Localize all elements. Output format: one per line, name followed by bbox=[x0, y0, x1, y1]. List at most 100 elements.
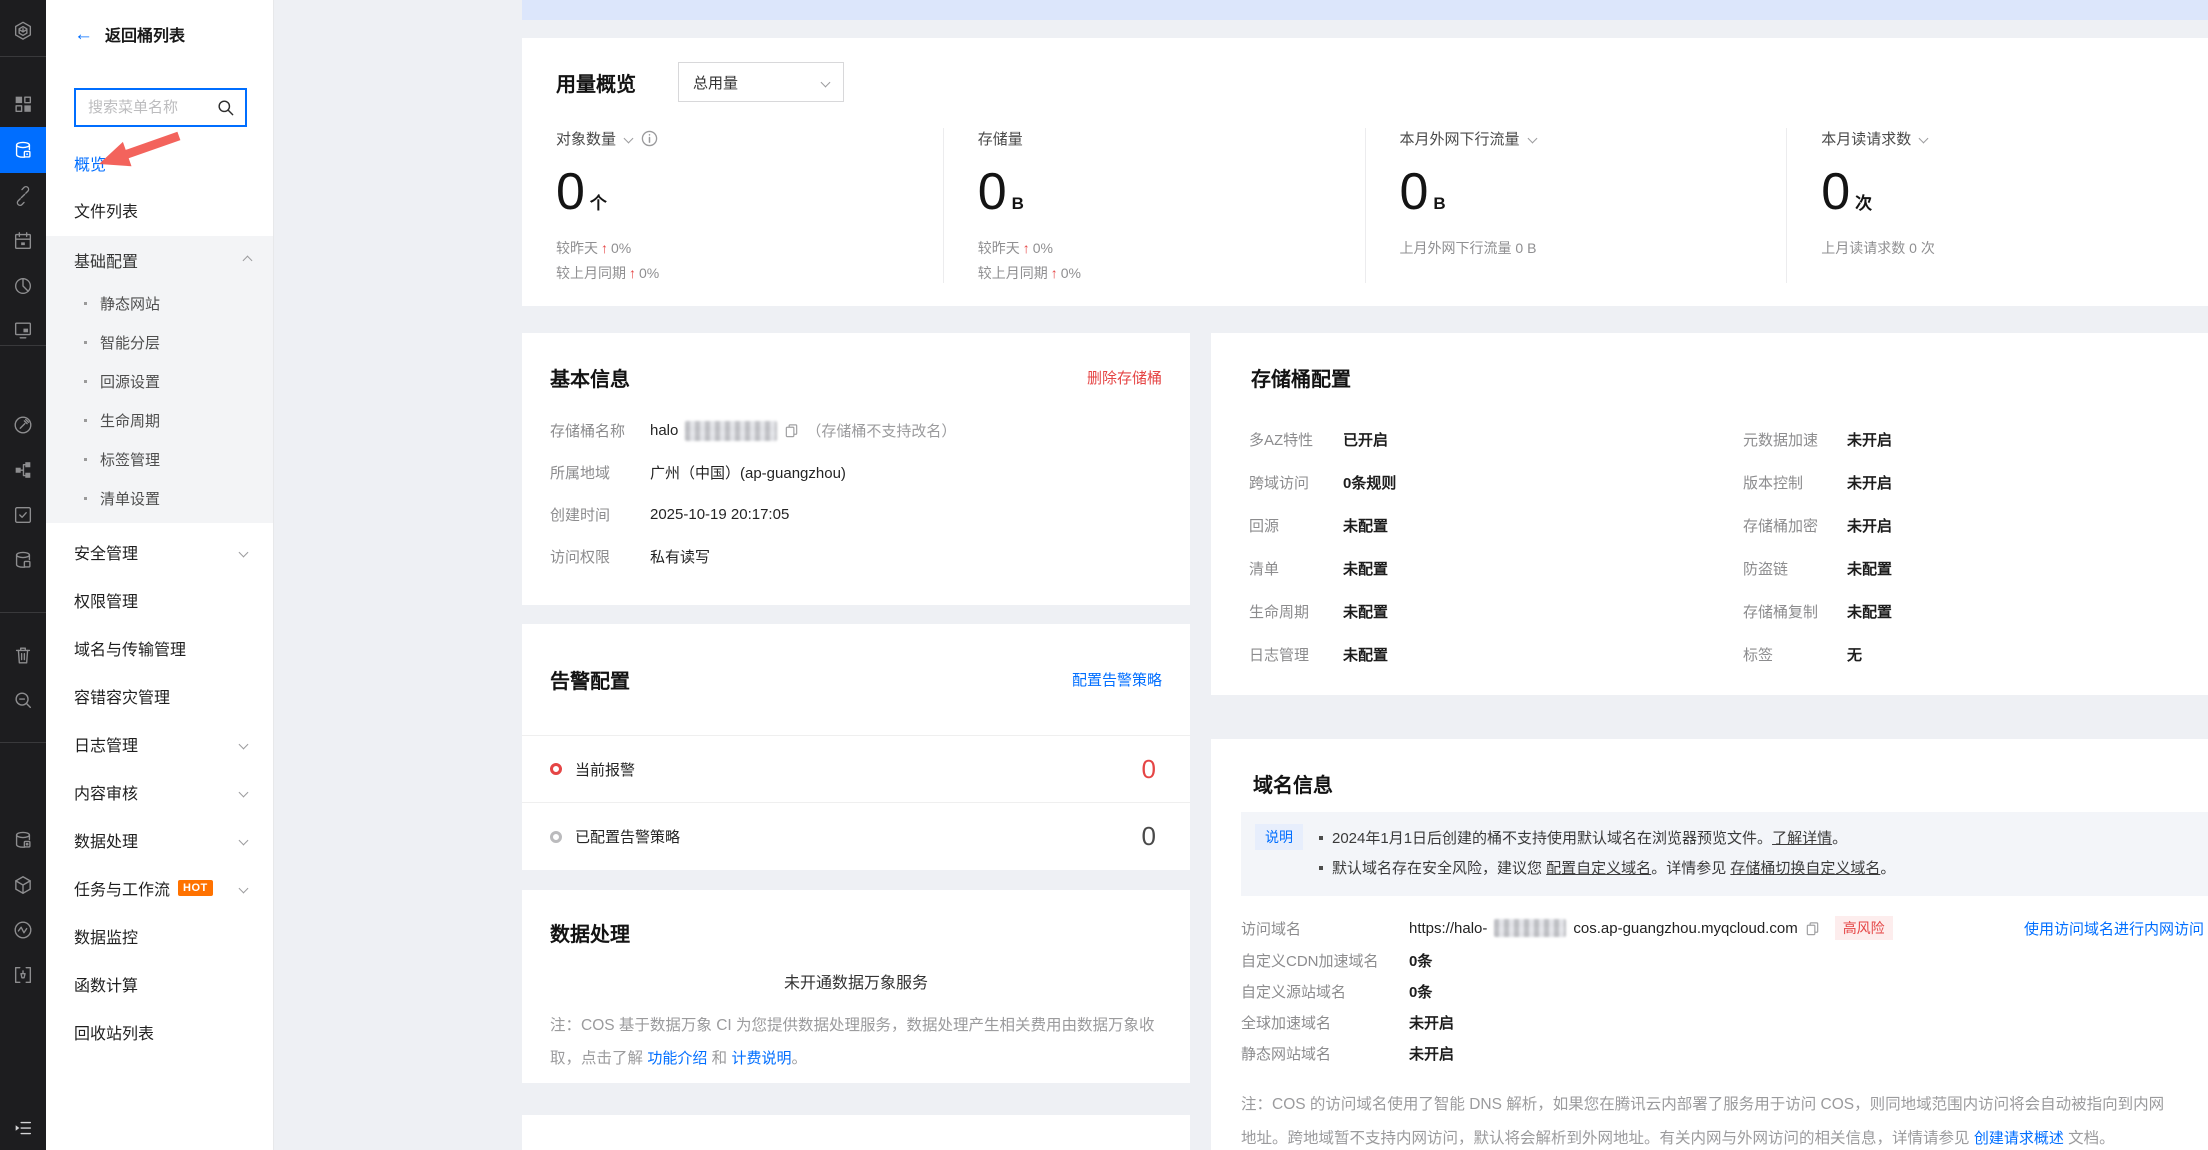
chevron-down-icon[interactable] bbox=[1919, 134, 1929, 144]
link-icon bbox=[12, 185, 34, 207]
sidebar-item-data-processing[interactable]: 数据处理 bbox=[46, 816, 273, 864]
domain-dns-note: 注：COS 的访问域名使用了智能 DNS 解析，如果您在腾讯云内部署了服务用于访… bbox=[1241, 1088, 2178, 1150]
sidebar-item-content-moderation[interactable]: 内容审核 bbox=[46, 768, 273, 816]
sidebar-group-header[interactable]: 基础配置 bbox=[74, 248, 251, 272]
intranet-access-link[interactable]: 使用访问域名进行内网访问 bbox=[2024, 918, 2208, 939]
sidebar-item-origin-pull[interactable]: 回源设置 bbox=[46, 362, 273, 401]
copy-icon[interactable] bbox=[1805, 921, 1820, 936]
rail-item-pie[interactable] bbox=[0, 263, 46, 309]
rail-item-ops[interactable] bbox=[0, 402, 46, 448]
ci-not-activated-text: 未开通数据万象服务 bbox=[522, 969, 1190, 993]
rail-item-task[interactable] bbox=[0, 492, 46, 538]
current-alarms-count: 0 bbox=[1142, 754, 1156, 785]
learn-more-link[interactable]: 了解详情 bbox=[1772, 830, 1832, 847]
sidebar-item-file-list[interactable]: 文件列表 bbox=[74, 198, 138, 222]
static-website-domain-row: 静态网站域名未开启 bbox=[1241, 1042, 2208, 1064]
rail-item-media[interactable] bbox=[0, 307, 46, 353]
alarm-title: 告警配置 bbox=[550, 665, 630, 694]
search-zoom-icon bbox=[12, 689, 34, 711]
rail-item-storage-db[interactable] bbox=[0, 817, 46, 863]
rail-item-trash[interactable] bbox=[0, 632, 46, 678]
created-time-row: 创建时间 2025-10-19 20:17:05 bbox=[550, 504, 1190, 525]
next-card-partial bbox=[522, 1115, 1190, 1150]
usage-range-select[interactable]: 总用量 bbox=[678, 62, 844, 102]
usage-stats: 对象数量 0个 较昨天↑0% 较上月同期↑0% 存储量 0B 较昨天↑0% 较上… bbox=[522, 128, 2208, 283]
sidebar-item-logging[interactable]: 日志管理 bbox=[46, 720, 273, 768]
sidebar-item-security[interactable]: 安全管理 bbox=[46, 528, 273, 576]
sidebar-item-data-monitoring[interactable]: 数据监控 bbox=[46, 912, 273, 960]
rail-divider bbox=[0, 612, 46, 613]
menu-search-box[interactable] bbox=[74, 88, 247, 127]
rail-item-workflow[interactable] bbox=[0, 447, 46, 493]
sidebar-item-overview[interactable]: 概览 bbox=[74, 151, 106, 175]
sidebar-item-tag-management[interactable]: 标签管理 bbox=[46, 440, 273, 479]
rail-item-link[interactable] bbox=[0, 173, 46, 219]
high-risk-badge: 高风险 bbox=[1835, 916, 1893, 940]
bucket-config-left-column: 多AZ特性已开启 跨域访问0条规则 回源未配置 清单未配置 生命周期未配置 日志… bbox=[1249, 430, 1743, 688]
dashboard-grid-icon bbox=[12, 93, 34, 115]
menu-search-input[interactable] bbox=[88, 99, 216, 116]
square-bullet-icon bbox=[1319, 866, 1323, 870]
sidebar-item-task-workflow[interactable]: 任务与工作流HOT bbox=[46, 864, 273, 912]
sidebar-menu: 安全管理 权限管理 域名与传输管理 容错容灾管理 日志管理 内容审核 数据处理 … bbox=[46, 528, 273, 1056]
calendar-icon bbox=[12, 230, 34, 252]
domain-info-card: 域名信息 说明 2024年1月1日后创建的桶不支持使用默认域名在浏览器预览文件。… bbox=[1211, 739, 2208, 1150]
current-alarms-row: 当前报警 0 bbox=[522, 736, 1190, 803]
config-row-lifecycle: 生命周期未配置 bbox=[1249, 602, 1743, 624]
basic-info-card: 基本信息 删除存储桶 存储桶名称 halo （存储桶不支持改名） 所属地域 广州… bbox=[522, 333, 1190, 605]
square-bullet-icon bbox=[1319, 836, 1323, 840]
chevron-down-icon[interactable] bbox=[1527, 134, 1537, 144]
sidebar-item-domain-transfer[interactable]: 域名与传输管理 bbox=[46, 624, 273, 672]
sidebar-item-static-website[interactable]: 静态网站 bbox=[46, 284, 273, 323]
feature-intro-link[interactable]: 功能介绍 bbox=[647, 1050, 707, 1067]
rail-item-monitor-pulse[interactable] bbox=[0, 907, 46, 953]
chevron-down-icon bbox=[239, 835, 249, 845]
monitor-pulse-icon bbox=[12, 919, 34, 941]
stat-monthly-traffic: 本月外网下行流量 0B 上月外网下行流量 0 B bbox=[1365, 128, 1787, 283]
stat-compare: 较昨天↑0% bbox=[978, 238, 1365, 258]
back-to-bucket-list[interactable]: ← 返回桶列表 bbox=[74, 22, 185, 46]
stat-value: 0B bbox=[1400, 163, 1787, 233]
rail-item-cube[interactable] bbox=[0, 862, 46, 908]
up-arrow-icon: ↑ bbox=[629, 265, 636, 281]
bullet-dot bbox=[84, 380, 87, 383]
main-content: 用量概览 总用量 对象数量 0个 较昨天↑0% 较上月同期↑0% 存储量 0B bbox=[274, 0, 2208, 1150]
delete-bucket-link[interactable]: 删除存储桶 bbox=[1087, 367, 1162, 388]
back-label: 返回桶列表 bbox=[105, 22, 185, 46]
pie-chart-icon bbox=[12, 275, 34, 297]
rail-item-search-inspect[interactable] bbox=[0, 677, 46, 723]
rail-item-database[interactable] bbox=[0, 537, 46, 583]
switch-custom-domain-link[interactable]: 存储桶切换自定义域名 bbox=[1730, 860, 1880, 877]
billing-info-link[interactable]: 计费说明 bbox=[731, 1050, 791, 1067]
sidebar-item-recycle-bin[interactable]: 回收站列表 bbox=[46, 1008, 273, 1056]
rail-item-collapse[interactable] bbox=[0, 1105, 46, 1150]
bucket-name-row: 存储桶名称 halo （存储桶不支持改名） bbox=[550, 420, 1190, 441]
configure-alarm-policy-link[interactable]: 配置告警策略 bbox=[1072, 669, 1162, 690]
rail-item-function[interactable] bbox=[0, 952, 46, 998]
bullet-dot bbox=[84, 302, 87, 305]
rail-item-cos-active[interactable] bbox=[0, 127, 46, 173]
sidebar-item-permissions[interactable]: 权限管理 bbox=[46, 576, 273, 624]
sidebar-item-fault-tolerance[interactable]: 容错容灾管理 bbox=[46, 672, 273, 720]
stat-value: 0B bbox=[978, 163, 1365, 233]
configured-policies-count: 0 bbox=[1142, 821, 1156, 852]
data-processing-note: 注：COS 基于数据万象 CI 为您提供数据处理服务，数据处理产生相关费用由数据… bbox=[550, 1009, 1162, 1075]
stat-value: 0个 bbox=[556, 163, 943, 233]
domain-info-title: 域名信息 bbox=[1211, 739, 2208, 798]
rail-item-logo[interactable] bbox=[0, 8, 46, 54]
chevron-down-icon[interactable] bbox=[624, 134, 634, 144]
sidebar-item-scf[interactable]: 函数计算 bbox=[46, 960, 273, 1008]
rail-item-calendar[interactable] bbox=[0, 218, 46, 264]
copy-icon[interactable] bbox=[784, 423, 799, 438]
hexagon-logo-icon bbox=[12, 20, 34, 42]
request-overview-link[interactable]: 创建请求概述 bbox=[1974, 1130, 2064, 1147]
notification-strip bbox=[522, 0, 2208, 20]
stat-note: 上月读请求数 0 次 bbox=[1821, 238, 2208, 258]
sidebar-item-inventory[interactable]: 清单设置 bbox=[46, 479, 273, 518]
sidebar-item-intelligent-tiering[interactable]: 智能分层 bbox=[46, 323, 273, 362]
info-icon[interactable] bbox=[641, 130, 658, 147]
stat-value: 0次 bbox=[1821, 163, 2208, 233]
configure-custom-domain-link[interactable]: 配置自定义域名 bbox=[1546, 860, 1651, 877]
sidebar-item-lifecycle[interactable]: 生命周期 bbox=[46, 401, 273, 440]
rail-item-dashboard[interactable] bbox=[0, 81, 46, 127]
